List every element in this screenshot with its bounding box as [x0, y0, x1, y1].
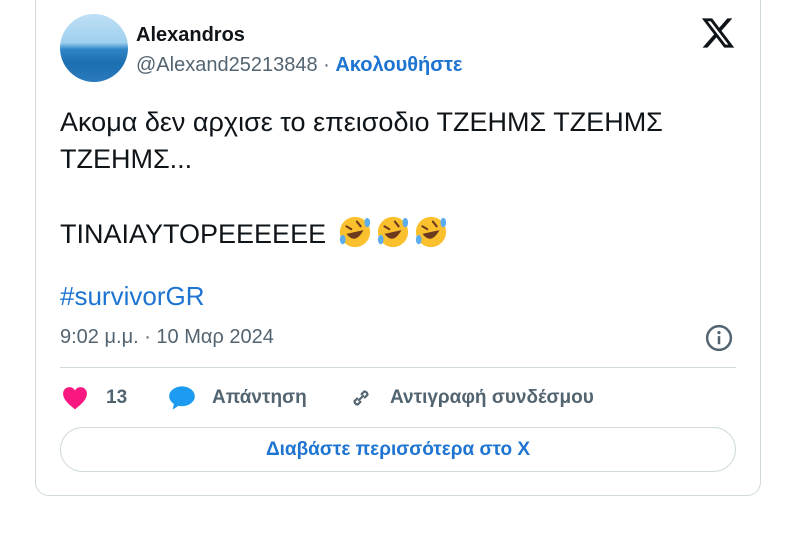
link-icon [353, 390, 369, 406]
avatar[interactable] [60, 14, 128, 82]
like-count: 13 [106, 387, 128, 408]
separator: · [323, 54, 330, 76]
laughing-emoji-icon [377, 216, 408, 248]
reply-label: Απάντηση [212, 387, 307, 408]
heart-icon [63, 387, 87, 410]
tweet-text-line2: ΤΙΝΑΙΑΥΤΟΡΕΕΕΕΕΕ [60, 219, 327, 249]
read-more-label: Διαβάστε περισσότερα στο X [265, 438, 531, 460]
tweet-text-line1: Ακομα δεν αρχισε το επεισοδιο ΤΖΕΗΜΣ ΤΖΕ… [60, 107, 670, 174]
divider [60, 367, 736, 368]
copy-link-button[interactable]: Αντιγραφή συνδέσμου [348, 384, 594, 412]
follow-button[interactable]: Ακολουθήστε [335, 54, 462, 76]
reply-button[interactable]: Απάντηση [168, 384, 307, 412]
like-button[interactable]: 13 [62, 384, 127, 412]
timestamp[interactable]: 9:02 μ.μ. · 10 Μαρ 2024 [60, 326, 274, 349]
x-logo-icon[interactable] [700, 15, 736, 51]
laughing-emoji-icon [415, 216, 446, 248]
tweet-text: Ακομα δεν αρχισε το επεισοδιο ΤΖΕΗΜΣ ΤΖΕ… [60, 104, 740, 253]
author-handle-row: @Alexand25213848 · Ακολουθήστε [136, 54, 462, 77]
reply-bubble-icon [169, 386, 195, 410]
read-more-button[interactable]: Διαβάστε περισσότερα στο X [60, 427, 736, 472]
copy-link-label: Αντιγραφή συνδέσμου [390, 387, 594, 408]
author-name[interactable]: Alexandros [136, 24, 245, 47]
info-icon[interactable] [704, 323, 734, 353]
hashtag-link[interactable]: #survivorGR [60, 281, 204, 312]
author-handle[interactable]: @Alexand25213848 [136, 54, 318, 76]
laughing-emoji-icon [339, 216, 370, 248]
